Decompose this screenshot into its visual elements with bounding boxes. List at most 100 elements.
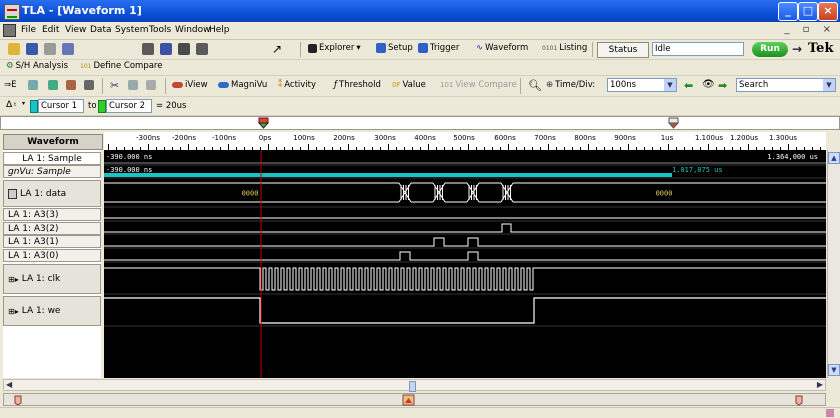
- cut-icon[interactable]: ✂: [110, 79, 119, 92]
- menu-file[interactable]: File: [21, 25, 36, 35]
- overview-end-marker[interactable]: [795, 395, 803, 406]
- view-compare-icon: 101: [440, 81, 454, 89]
- menu-data[interactable]: Data: [90, 25, 112, 35]
- channel-label-la-1-a3-3[interactable]: LA 1: A3(3): [3, 208, 101, 221]
- channel-label-la-1-sample[interactable]: LA 1: Sample: [3, 152, 101, 165]
- horizontal-scrollbar[interactable]: ◀ ▶: [3, 379, 826, 392]
- vertical-scrollbar[interactable]: ▲ ▼: [827, 150, 840, 378]
- menu-edit[interactable]: Edit: [42, 25, 59, 35]
- maximize-button[interactable]: □: [798, 2, 818, 21]
- overview-cursor-marker[interactable]: [402, 394, 415, 406]
- title-bar[interactable]: TLA - [Waveform 1] _ □ ×: [0, 0, 840, 22]
- cursor2-handle[interactable]: [667, 117, 680, 129]
- paste-icon[interactable]: [146, 80, 156, 90]
- trigger-button[interactable]: Trigger: [418, 43, 459, 53]
- threshold-icon: ƒ: [334, 80, 337, 90]
- channel-label-text: LA 1: data: [20, 188, 67, 199]
- menu-view[interactable]: View: [65, 25, 86, 35]
- time-tick-label: -300ns: [136, 134, 160, 142]
- to-label: to: [88, 101, 97, 111]
- view-compare-button[interactable]: 101 View Compare: [440, 80, 517, 90]
- setup-button[interactable]: Setup: [376, 43, 413, 53]
- menu-system[interactable]: System: [115, 25, 149, 35]
- activity-button[interactable]: ⁑ Activity: [278, 80, 316, 90]
- cursor1-select[interactable]: Cursor 1 ▼: [38, 99, 84, 123]
- channel-label-la-1-a3-2[interactable]: LA 1: A3(2): [3, 222, 101, 235]
- preview-icon[interactable]: [62, 43, 74, 55]
- window-icon-2[interactable]: [160, 43, 172, 55]
- bus-transitions: [398, 182, 514, 203]
- scroll-right-icon[interactable]: ▶: [817, 380, 823, 389]
- run-button[interactable]: Run: [752, 42, 788, 57]
- expand-icon[interactable]: ⊞▸: [8, 307, 19, 316]
- time-tick-label: 1.300us: [768, 134, 798, 142]
- zoom-out-icon[interactable]: 🔍︎: [528, 79, 542, 92]
- channel-label-magnivu-sample[interactable]: gnVu: Sample: [3, 165, 101, 178]
- save-icon[interactable]: [26, 43, 38, 55]
- cursor1-handle[interactable]: [257, 117, 270, 129]
- sh-analysis-button[interactable]: ⚙ S/H Analysis: [6, 61, 68, 71]
- menu-tools[interactable]: Tools: [149, 25, 171, 35]
- value-button[interactable]: 0F Value: [392, 80, 426, 90]
- main-toolbar: ↗ Explorer ▾ Setup Trigger ∿ Waveform 0101…: [0, 40, 840, 60]
- close-button[interactable]: ×: [818, 2, 838, 21]
- group-icon[interactable]: [48, 80, 58, 90]
- window-icon-4[interactable]: [196, 43, 208, 55]
- channel-label-la-1-clk[interactable]: ⊞▸ LA 1: clk: [3, 264, 101, 294]
- properties-icon[interactable]: [84, 80, 94, 90]
- add-waveform-icon[interactable]: ⇒E: [4, 80, 17, 90]
- search-select[interactable]: Search ▼: [736, 78, 836, 92]
- menu-window[interactable]: Window: [175, 25, 211, 35]
- scroll-down-icon[interactable]: ▼: [828, 364, 840, 376]
- open-icon[interactable]: [8, 43, 20, 55]
- document-icon[interactable]: [3, 24, 16, 37]
- define-compare-button[interactable]: 101 Define Compare: [80, 61, 162, 71]
- next-arrow-icon[interactable]: ➡: [718, 79, 727, 92]
- cursor2-select[interactable]: Cursor 2 ▼: [106, 99, 152, 123]
- menu-help[interactable]: Help: [209, 25, 230, 35]
- zoom-in-icon[interactable]: ⊕: [546, 80, 553, 90]
- chevron-down-icon[interactable]: ▼: [823, 79, 835, 91]
- threshold-button[interactable]: ƒ Threshold: [334, 80, 381, 90]
- overview-start-marker[interactable]: [14, 395, 22, 406]
- print-icon[interactable]: [44, 43, 56, 55]
- copy-icon[interactable]: [128, 80, 138, 90]
- trace-clk: [104, 267, 826, 291]
- channel-label-la-1-a3-0[interactable]: LA 1: A3(0): [3, 249, 101, 262]
- iview-button[interactable]: iView: [172, 80, 208, 90]
- property-icon[interactable]: [66, 80, 76, 90]
- previous-arrow-icon[interactable]: ⬅: [684, 79, 693, 92]
- cursor-ruler[interactable]: [0, 116, 840, 130]
- channel-label-la-1-a3-1[interactable]: LA 1: A3(1): [3, 235, 101, 248]
- status-button[interactable]: Status: [597, 42, 649, 58]
- overview-bar[interactable]: [3, 393, 826, 406]
- run-arrow-icon: →: [792, 42, 803, 56]
- binoculars-icon[interactable]: 👁︎: [702, 79, 715, 90]
- waveform-plot[interactable]: -390.000 ns 1.364,000 us -390.000 ns 1.017,…: [104, 150, 826, 378]
- time-div-control: ⊕ Time/Div:: [546, 80, 596, 90]
- pointer-icon[interactable]: ↗: [272, 42, 282, 56]
- time-div-select[interactable]: 100ns ▼: [607, 78, 677, 92]
- listing-button[interactable]: 0101 Listing: [542, 43, 587, 53]
- chevron-down-icon[interactable]: ▼: [664, 79, 676, 91]
- horizontal-scroll-thumb[interactable]: [409, 381, 416, 392]
- expand-icon[interactable]: ⊞▸: [8, 275, 19, 284]
- scroll-left-icon[interactable]: ◀: [6, 380, 12, 389]
- minimize-button[interactable]: _: [778, 2, 798, 21]
- mdi-window-controls[interactable]: _ ▫ ×: [784, 24, 836, 35]
- value-icon: 0F: [392, 81, 401, 89]
- channel-label-text: gnVu: Sample: [8, 166, 71, 177]
- scroll-up-icon[interactable]: ▲: [828, 152, 840, 164]
- waveform-column-header[interactable]: Waveform: [3, 134, 103, 150]
- window-icon-3[interactable]: [178, 43, 190, 55]
- cursor-delta-value: = 20us: [156, 101, 187, 111]
- explorer-button[interactable]: Explorer ▾: [308, 43, 361, 53]
- waveform-button[interactable]: ∿ Waveform: [476, 43, 528, 53]
- magnivu-button[interactable]: MagniVu: [218, 80, 267, 90]
- window-icon-1[interactable]: [142, 43, 154, 55]
- insert-waveform-icon[interactable]: [28, 80, 38, 90]
- bus-icon[interactable]: [8, 188, 17, 199]
- channel-label-la-1-data[interactable]: LA 1: data: [3, 180, 101, 207]
- channel-label-la-1-we[interactable]: ⊞▸ LA 1: we: [3, 296, 101, 326]
- time-ruler[interactable]: -300ns -200ns -100ns 0ps 100ns 200ns 300ns 400n…: [104, 132, 826, 150]
